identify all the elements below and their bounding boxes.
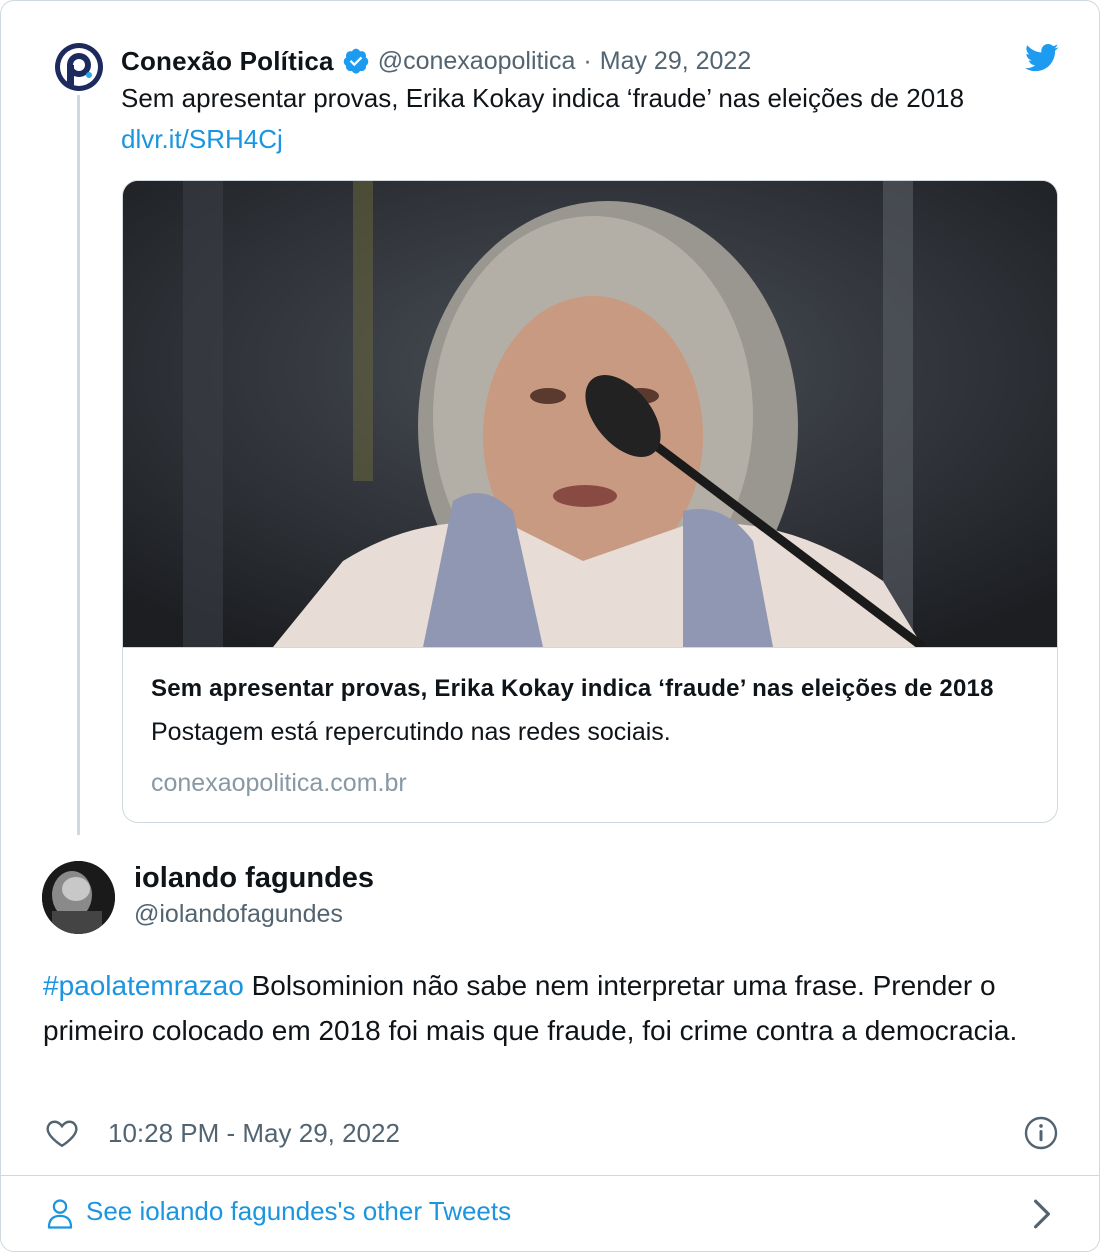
tweet-timestamp[interactable]: 10:28 PM - May 29, 2022 bbox=[108, 1118, 400, 1149]
avatar[interactable] bbox=[42, 861, 115, 934]
quoted-author-handle[interactable]: @conexaopolitica bbox=[378, 47, 576, 76]
verified-badge-icon bbox=[342, 47, 370, 75]
conexao-politica-logo-icon[interactable] bbox=[54, 42, 104, 92]
hashtag-link[interactable]: #paolatemrazao bbox=[43, 970, 244, 1001]
see-other-tweets-link[interactable]: See iolando fagundes's other Tweets bbox=[1, 1176, 1099, 1251]
article-image bbox=[123, 181, 1057, 647]
twitter-bird-icon[interactable] bbox=[1025, 43, 1059, 73]
quoted-tweet-text: Sem apresentar provas, Erika Kokay indic… bbox=[121, 83, 965, 113]
author-name[interactable]: iolando fagundes bbox=[134, 862, 374, 895]
card-title: Sem apresentar provas, Erika Kokay indic… bbox=[151, 675, 994, 702]
info-icon[interactable] bbox=[1023, 1115, 1059, 1151]
thread-connector-line bbox=[77, 95, 80, 835]
chevron-right-icon bbox=[1029, 1198, 1055, 1230]
separator-dot: · bbox=[583, 46, 592, 75]
tweet-actions: 10:28 PM - May 29, 2022 bbox=[44, 1113, 400, 1153]
quoted-tweet-date[interactable]: May 29, 2022 bbox=[600, 47, 752, 76]
tweet-text: #paolatemrazao Bolsominion não sabe nem … bbox=[43, 963, 1053, 1053]
embedded-tweet: Conexão Política @conexaopolitica · May … bbox=[0, 0, 1100, 1252]
heart-icon[interactable] bbox=[44, 1115, 80, 1151]
quoted-tweet-header: Conexão Política @conexaopolitica · May … bbox=[121, 44, 751, 78]
link-preview-card[interactable]: Sem apresentar provas, Erika Kokay indic… bbox=[122, 180, 1058, 823]
card-domain: conexaopolitica.com.br bbox=[151, 769, 407, 797]
card-description: Postagem está repercutindo nas redes soc… bbox=[151, 718, 671, 746]
person-icon bbox=[45, 1198, 75, 1230]
card-divider bbox=[123, 647, 1057, 648]
quoted-tweet-link[interactable]: dlvr.it/SRH4Cj bbox=[121, 122, 283, 156]
see-other-tweets-label[interactable]: See iolando fagundes's other Tweets bbox=[86, 1196, 511, 1227]
quoted-author-name[interactable]: Conexão Política bbox=[121, 46, 334, 77]
author-handle[interactable]: @iolandofagundes bbox=[134, 900, 343, 929]
